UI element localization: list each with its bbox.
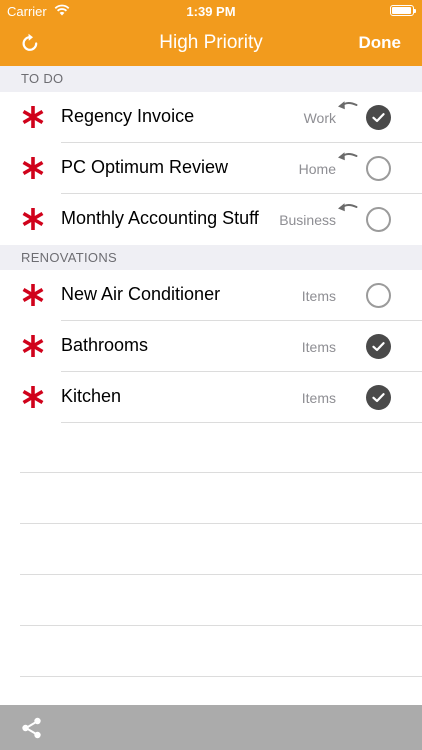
task-category: Items — [301, 390, 336, 406]
bottom-toolbar — [0, 705, 422, 750]
priority-star-icon — [22, 208, 44, 230]
task-row[interactable]: Monthly Accounting Stuff Business — [0, 194, 422, 245]
task-category: Business — [279, 212, 336, 228]
share-icon[interactable] — [20, 716, 44, 740]
priority-star-icon — [22, 386, 44, 408]
row-divider — [61, 422, 422, 423]
section-header-to-do: TO DO — [0, 66, 422, 92]
completed-checkbox[interactable] — [366, 105, 391, 130]
completed-checkbox[interactable] — [366, 283, 391, 308]
task-category: Work — [303, 110, 336, 126]
empty-row-divider — [20, 472, 422, 473]
task-category: Home — [298, 161, 336, 177]
completed-checkbox[interactable] — [366, 156, 391, 181]
empty-row-divider — [20, 676, 422, 677]
task-title: PC Optimum Review — [61, 157, 229, 177]
priority-star-icon — [22, 335, 44, 357]
undo-icon[interactable] — [337, 98, 359, 114]
undo-icon[interactable] — [337, 200, 359, 216]
task-title: New Air Conditioner — [61, 284, 221, 304]
section-title: RENOVATIONS — [21, 250, 117, 265]
checkmark-icon — [372, 393, 385, 403]
priority-star-icon — [22, 106, 44, 128]
nav-bar: High Priority Done — [0, 22, 422, 66]
priority-star-icon — [22, 284, 44, 306]
task-title: Monthly Accounting Stuff — [61, 208, 259, 228]
task-row[interactable]: PC Optimum Review Home — [0, 143, 422, 194]
empty-row-divider — [20, 523, 422, 524]
section-header-renovations: RENOVATIONS — [0, 245, 422, 271]
status-bar: Carrier 1:39 PM — [0, 0, 422, 22]
task-title: Kitchen — [61, 386, 122, 406]
task-row[interactable]: Bathrooms Items — [0, 321, 422, 372]
refresh-icon[interactable] — [18, 31, 42, 55]
completed-checkbox[interactable] — [366, 207, 391, 232]
checkmark-icon — [372, 342, 385, 352]
clock-label: 1:39 PM — [186, 4, 236, 19]
task-row[interactable]: New Air Conditioner Items — [0, 270, 422, 321]
priority-star-icon — [22, 157, 44, 179]
battery-icon — [390, 5, 416, 16]
undo-icon[interactable] — [337, 149, 359, 165]
task-row[interactable]: Kitchen Items — [0, 372, 422, 423]
empty-row-divider — [20, 574, 422, 575]
empty-row-divider — [20, 625, 422, 626]
task-category: Items — [301, 339, 336, 355]
done-button[interactable]: Done — [359, 33, 402, 53]
completed-checkbox[interactable] — [366, 385, 391, 410]
task-title: Regency Invoice — [61, 106, 195, 126]
task-title: Bathrooms — [61, 335, 149, 355]
task-row[interactable]: Regency Invoice Work — [0, 92, 422, 143]
section-title: TO DO — [21, 71, 64, 86]
task-category: Items — [301, 288, 336, 304]
completed-checkbox[interactable] — [366, 334, 391, 359]
checkmark-icon — [372, 113, 385, 123]
